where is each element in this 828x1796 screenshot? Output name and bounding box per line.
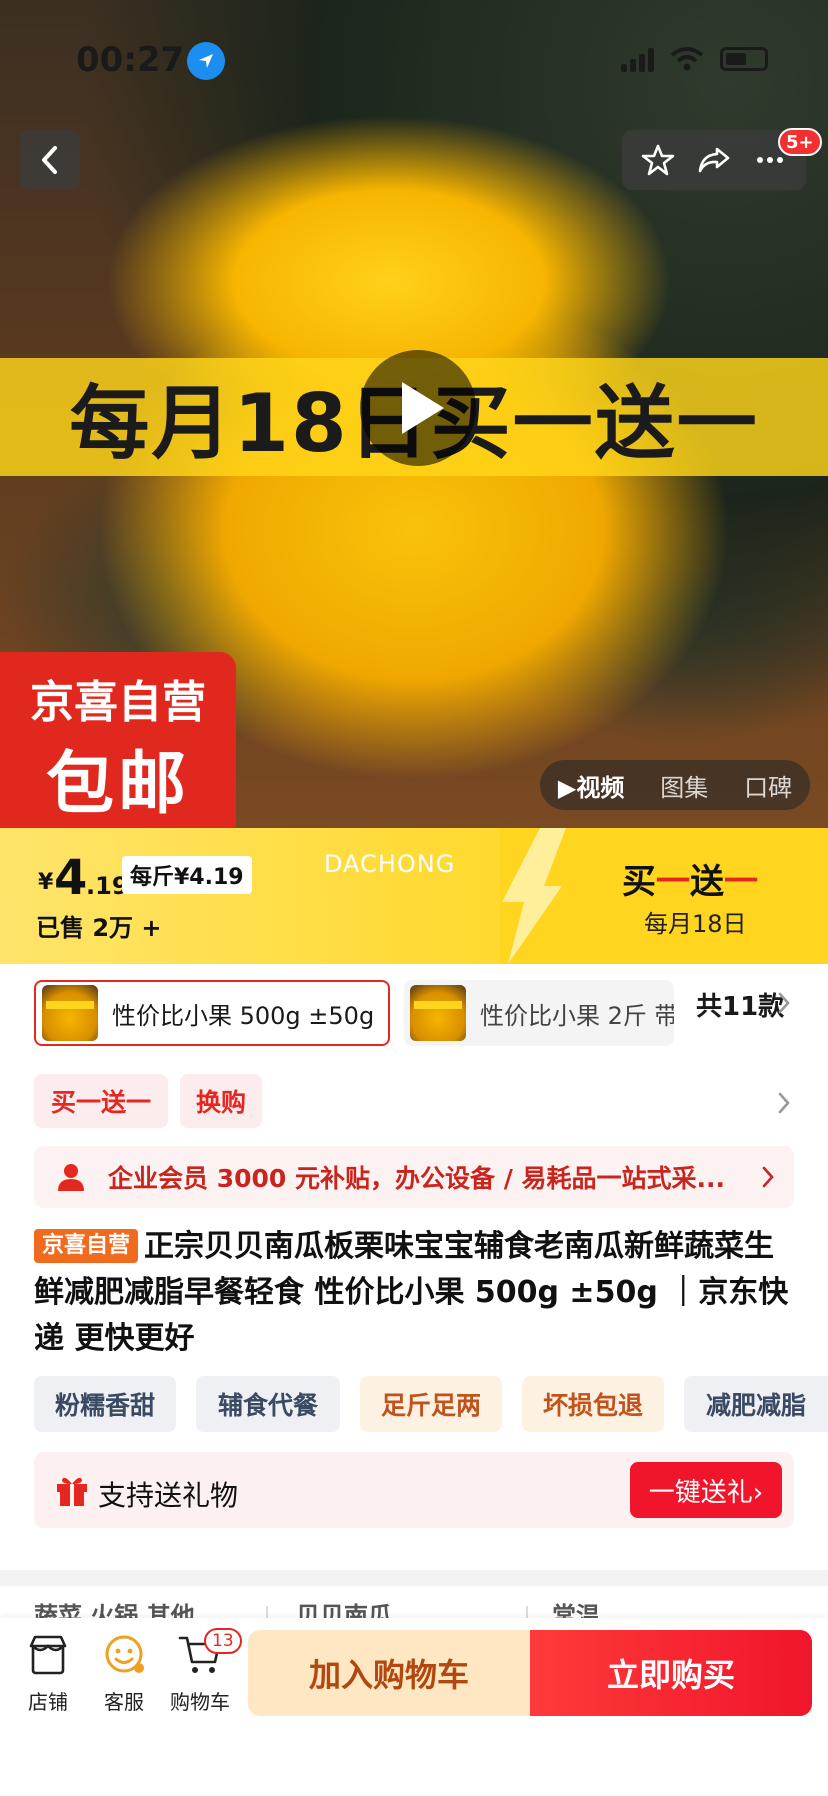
signal-icon bbox=[621, 46, 654, 72]
feature-tag[interactable]: 坏损包退 bbox=[522, 1376, 664, 1432]
bottom-action-bar: 店铺 客服 13 购物车 加入购物车 立即购买 bbox=[0, 1618, 828, 1796]
battery-icon bbox=[720, 47, 768, 71]
chevron-right-icon bbox=[778, 992, 790, 1014]
play-video-button[interactable] bbox=[360, 350, 476, 466]
variant-label: 性价比小果 500g ±50g bbox=[112, 1001, 375, 1030]
enterprise-member-bar[interactable]: 企业会员 3000 元补贴，办公设备 / 易耗品一站式采... bbox=[34, 1146, 794, 1208]
price-currency: ¥ bbox=[38, 870, 54, 895]
chevron-left-icon bbox=[42, 146, 57, 174]
favorite-star-icon[interactable] bbox=[641, 143, 675, 177]
unit-price-tag: 每斤¥4.19 bbox=[122, 856, 252, 894]
add-to-cart-button[interactable]: 加入购物车 bbox=[248, 1630, 530, 1716]
variant-option[interactable]: 性价比小果 2斤 带 bbox=[404, 980, 674, 1046]
variant-selector: 性价比小果 500g ±50g 性价比小果 2斤 带 共11款 bbox=[0, 964, 828, 1064]
feature-tag[interactable]: 辅食代餐 bbox=[196, 1376, 340, 1432]
nav-service[interactable]: 客服 bbox=[84, 1632, 164, 1715]
feature-tag[interactable]: 粉糯香甜 bbox=[34, 1376, 176, 1432]
stamp-bottom-text: 包邮 bbox=[45, 745, 190, 824]
bogo-char-buy: 买 bbox=[622, 862, 656, 902]
gift-icon bbox=[57, 1477, 87, 1506]
message-count-badge: 5+ bbox=[778, 128, 822, 156]
variant-label: 性价比小果 2斤 带 bbox=[480, 1001, 674, 1030]
chevron-right-icon bbox=[762, 1166, 774, 1188]
bogo-char-give: 送 bbox=[690, 862, 724, 902]
jingxi-self-tag: 京喜自营 bbox=[34, 1229, 139, 1263]
variant-count[interactable]: 共11款 bbox=[692, 986, 785, 1023]
sold-count: 已售 2万 + bbox=[36, 914, 162, 942]
gift-support-bar: 支持送礼物 一键送礼› bbox=[34, 1452, 794, 1528]
nav-cart-label: 购物车 bbox=[170, 1690, 230, 1714]
nav-service-label: 客服 bbox=[104, 1690, 144, 1714]
watermark-text: DACHONG bbox=[324, 850, 456, 878]
product-hero-media[interactable]: 每月18日买一送一 00:27 5+ 京喜自营 包邮 bbox=[0, 0, 828, 828]
bogo-char-one: 一 bbox=[656, 862, 690, 902]
gift-text: 支持送礼物 bbox=[98, 1479, 239, 1512]
tab-video[interactable]: ▶视频 bbox=[558, 768, 624, 803]
promo-tag-bogo[interactable]: 买一送一 bbox=[34, 1074, 168, 1128]
bogo-subtitle: 每月18日 bbox=[644, 910, 747, 938]
nav-store-label: 店铺 bbox=[28, 1690, 68, 1714]
price-integer: 4 bbox=[54, 850, 88, 906]
product-title-text: 正宗贝贝南瓜板栗味宝宝辅食老南瓜新鲜蔬菜生鲜减肥减脂早餐轻食 性价比小果 500… bbox=[34, 1229, 789, 1356]
bogo-title: 买一送一 bbox=[622, 854, 758, 903]
product-title: 京喜自营 正宗贝贝南瓜板栗味宝宝辅食老南瓜新鲜蔬菜生鲜减肥减脂早餐轻食 性价比小果… bbox=[34, 1224, 794, 1362]
cart-count-badge: 13 bbox=[204, 1628, 242, 1654]
share-icon[interactable] bbox=[697, 143, 731, 177]
variant-thumbnail bbox=[42, 985, 98, 1041]
promo-tag-exchange[interactable]: 换购 bbox=[180, 1074, 262, 1128]
media-tabs: ▶视频 图集 口碑 bbox=[540, 760, 810, 810]
customer-service-icon bbox=[105, 1635, 144, 1673]
feature-tag[interactable]: 足斤足两 bbox=[360, 1376, 502, 1432]
feature-tag[interactable]: 减肥减脂 bbox=[684, 1376, 828, 1432]
enterprise-text: 企业会员 3000 元补贴，办公设备 / 易耗品一站式采... bbox=[108, 1164, 726, 1193]
product-detail-page: 每月18日买一送一 00:27 5+ 京喜自营 包邮 bbox=[0, 0, 828, 1796]
play-icon bbox=[402, 382, 444, 434]
tab-reviews[interactable]: 口碑 bbox=[744, 768, 792, 803]
location-arrow-icon bbox=[187, 42, 225, 80]
variant-thumbnail bbox=[410, 985, 466, 1041]
jingxi-freeship-stamp: 京喜自营 包邮 bbox=[0, 652, 236, 828]
status-time: 00:27 bbox=[76, 40, 185, 80]
bogo-char-one-2: 一 bbox=[724, 862, 758, 902]
nav-cart[interactable]: 13 购物车 bbox=[160, 1628, 242, 1715]
lightning-icon bbox=[502, 828, 566, 964]
section-divider bbox=[0, 1570, 828, 1586]
variant-option-selected[interactable]: 性价比小果 500g ±50g bbox=[34, 980, 390, 1046]
stamp-top-text: 京喜自营 bbox=[30, 677, 206, 728]
back-button[interactable] bbox=[20, 130, 80, 190]
nav-store[interactable]: 店铺 bbox=[8, 1632, 88, 1715]
buy-now-button[interactable]: 立即购买 bbox=[530, 1630, 812, 1716]
price-banner: ¥ 4 .19 每斤¥4.19 已售 2万 + DACHONG 买一送一 每月1… bbox=[0, 828, 828, 964]
status-indicators bbox=[621, 46, 768, 72]
user-icon bbox=[58, 1164, 84, 1191]
send-gift-button[interactable]: 一键送礼› bbox=[630, 1462, 782, 1518]
tab-gallery[interactable]: 图集 bbox=[660, 768, 708, 803]
status-bar: 00:27 bbox=[0, 40, 828, 84]
store-icon bbox=[29, 1635, 67, 1675]
wifi-icon bbox=[670, 47, 704, 71]
chevron-right-icon[interactable] bbox=[776, 1090, 792, 1116]
